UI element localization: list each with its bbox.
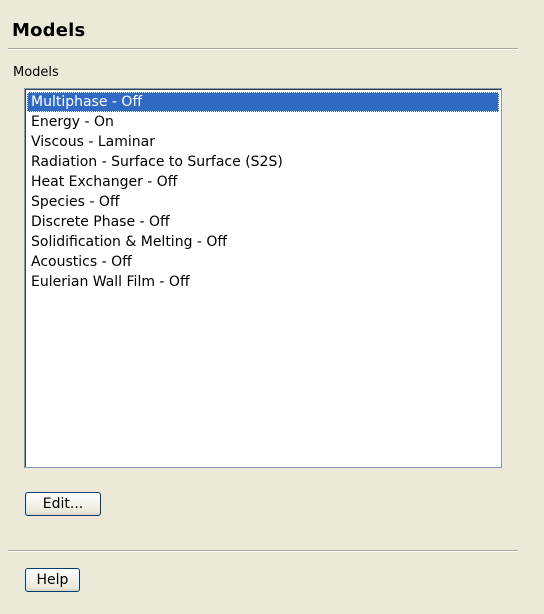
list-item-viscous[interactable]: Viscous - Laminar	[27, 132, 499, 152]
models-panel: Models Models Multiphase - Off Energy - …	[0, 0, 544, 614]
list-item-solidification-melting[interactable]: Solidification & Melting - Off	[27, 232, 499, 252]
panel-title: Models	[12, 20, 86, 41]
list-item-multiphase[interactable]: Multiphase - Off	[27, 92, 499, 112]
models-group-label: Models	[13, 65, 59, 80]
list-item-eulerian-wall-film[interactable]: Eulerian Wall Film - Off	[27, 272, 499, 292]
help-button[interactable]: Help	[25, 568, 80, 592]
list-item-energy[interactable]: Energy - On	[27, 112, 499, 132]
list-item-heat-exchanger[interactable]: Heat Exchanger - Off	[27, 172, 499, 192]
edit-button[interactable]: Edit...	[25, 492, 101, 516]
bottom-separator	[8, 550, 518, 552]
models-list: Multiphase - Off Energy - On Viscous - L…	[25, 89, 501, 292]
list-item-radiation[interactable]: Radiation - Surface to Surface (S2S)	[27, 152, 499, 172]
list-item-discrete-phase[interactable]: Discrete Phase - Off	[27, 212, 499, 232]
list-item-acoustics[interactable]: Acoustics - Off	[27, 252, 499, 272]
list-item-species[interactable]: Species - Off	[27, 192, 499, 212]
models-listbox[interactable]: Multiphase - Off Energy - On Viscous - L…	[24, 88, 502, 468]
title-separator	[8, 48, 518, 50]
